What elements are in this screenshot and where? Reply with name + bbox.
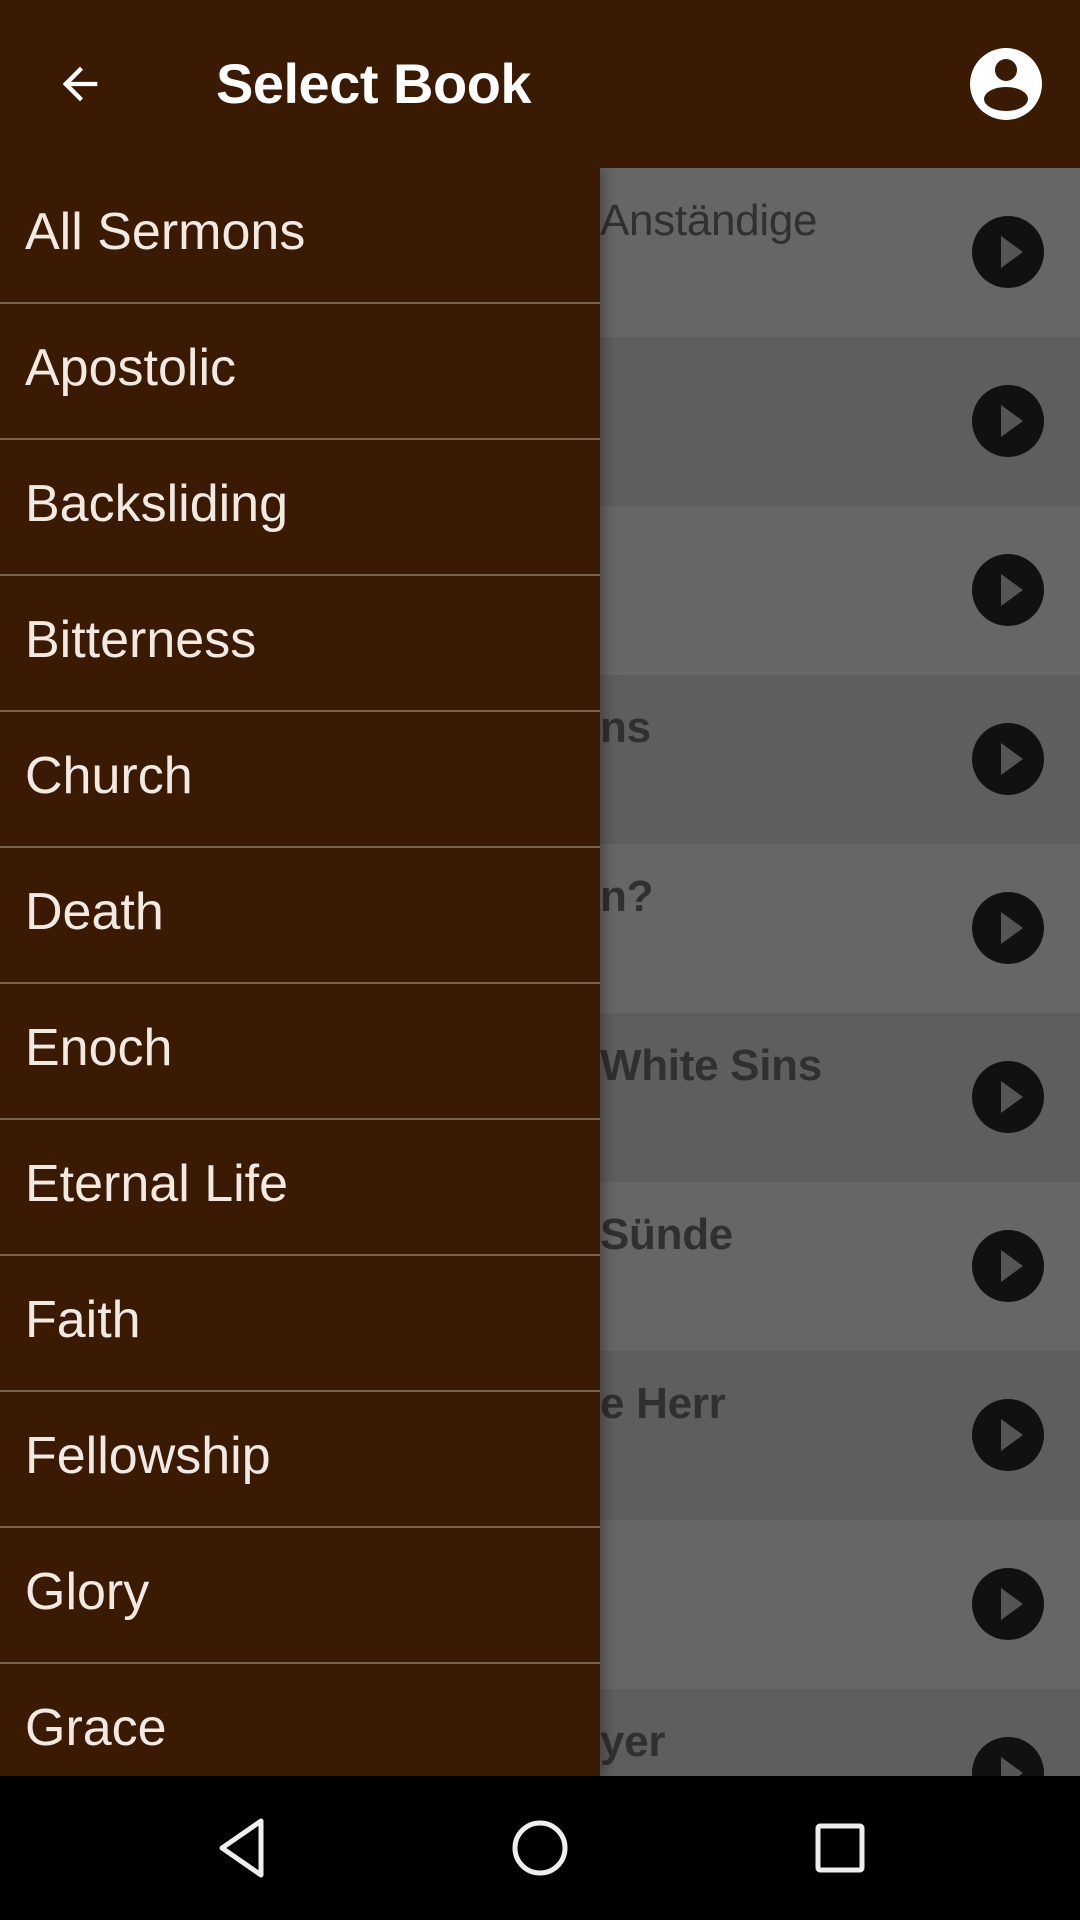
drawer-item-apostolic[interactable]: Apostolic [0, 304, 600, 440]
drawer-item-glory[interactable]: Glory [0, 1528, 600, 1664]
play-icon[interactable] [972, 1737, 1044, 1776]
play-icon[interactable] [972, 216, 1044, 288]
play-icon[interactable] [972, 385, 1044, 457]
sermon-title: e Herr [600, 1379, 726, 1428]
drawer-item-label: Glory [25, 1563, 150, 1621]
drawer-item-death[interactable]: Death [0, 848, 600, 984]
play-icon[interactable] [972, 1568, 1044, 1640]
back-button[interactable] [48, 52, 112, 116]
sermon-title: n? [600, 872, 654, 921]
play-icon[interactable] [972, 723, 1044, 795]
app-bar: Select Book [0, 0, 1080, 168]
drawer-item-all-sermons[interactable]: All Sermons [0, 168, 600, 304]
page-title: Select Book [216, 52, 532, 115]
drawer-item-label: Bitterness [25, 611, 257, 669]
drawer-item-enoch[interactable]: Enoch [0, 984, 600, 1120]
drawer-item-eternal-life[interactable]: Eternal Life [0, 1120, 600, 1256]
play-icon[interactable] [972, 892, 1044, 964]
nav-home-button[interactable] [500, 1816, 580, 1880]
play-icon[interactable] [972, 1399, 1044, 1471]
play-icon[interactable] [972, 1230, 1044, 1302]
nav-recents-icon [815, 1823, 865, 1873]
sermon-title: ns [600, 703, 651, 752]
drawer-item-label: Apostolic [25, 339, 236, 397]
drawer-item-label: Death [25, 883, 164, 941]
account-circle-icon [970, 48, 1042, 120]
drawer-item-grace[interactable]: Grace [0, 1664, 600, 1776]
drawer-item-label: Enoch [25, 1019, 173, 1077]
play-icon[interactable] [972, 1061, 1044, 1133]
drawer-item-label: Faith [25, 1291, 141, 1349]
drawer-item-label: Grace [25, 1699, 167, 1757]
drawer-item-backsliding[interactable]: Backsliding [0, 440, 600, 576]
nav-home-icon [512, 1820, 568, 1876]
drawer-item-label: All Sermons [25, 203, 306, 261]
nav-recents-button[interactable] [800, 1816, 880, 1880]
sermon-title: Sünde [600, 1210, 733, 1259]
drawer-item-label: Backsliding [25, 475, 289, 533]
arrow-left-icon [62, 66, 98, 102]
sermon-title: yer [600, 1717, 666, 1766]
drawer-item-fellowship[interactable]: Fellowship [0, 1392, 600, 1528]
drawer-item-label: Eternal Life [25, 1155, 289, 1213]
drawer-item-church[interactable]: Church [0, 712, 600, 848]
book-drawer: All Sermons Apostolic Backsliding Bitter… [0, 168, 600, 1776]
play-icon[interactable] [972, 554, 1044, 626]
drawer-item-label: Church [25, 747, 193, 805]
drawer-item-bitterness[interactable]: Bitterness [0, 576, 600, 712]
profile-button[interactable] [968, 46, 1044, 122]
system-nav-bar [0, 1776, 1080, 1920]
sermon-title: Anständige [600, 196, 818, 245]
sermon-title: White Sins [600, 1041, 822, 1090]
nav-back-icon [219, 1818, 264, 1878]
nav-back-button[interactable] [202, 1816, 282, 1880]
drawer-item-label: Fellowship [25, 1427, 271, 1485]
drawer-item-faith[interactable]: Faith [0, 1256, 600, 1392]
